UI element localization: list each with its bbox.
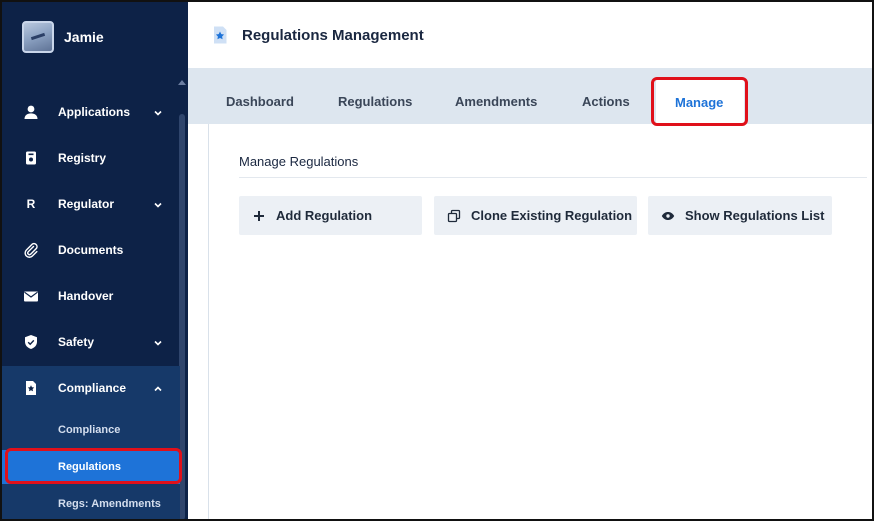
button-label: Show Regulations List bbox=[685, 208, 825, 223]
sidebar-subitem-label: Compliance bbox=[58, 424, 121, 436]
section-title: Manage Regulations bbox=[239, 154, 359, 169]
sidebar-item-label: Registry bbox=[58, 151, 107, 165]
id-card-icon bbox=[23, 150, 39, 166]
tab-dashboard[interactable]: Dashboard bbox=[226, 94, 294, 112]
chevron-down-icon bbox=[153, 199, 163, 209]
scroll-up-arrow[interactable] bbox=[178, 80, 186, 85]
sidebar-item-compliance[interactable]: Compliance bbox=[2, 368, 180, 408]
sidebar: Jamie Applications Registry R Regulator bbox=[2, 2, 188, 519]
sidebar-subitem-regulations[interactable]: Regulations bbox=[2, 450, 180, 484]
main-content bbox=[208, 124, 872, 519]
sidebar-item-label: Applications bbox=[58, 105, 131, 119]
paperclip-icon bbox=[23, 242, 39, 258]
sidebar-item-label: Documents bbox=[58, 243, 124, 257]
sidebar-subitem-label: Regulations bbox=[58, 461, 121, 473]
tab-regulations[interactable]: Regulations bbox=[338, 94, 412, 112]
star-document-icon bbox=[23, 380, 39, 396]
page-header: Regulations Management bbox=[188, 2, 872, 68]
user-profile[interactable]: Jamie bbox=[22, 20, 104, 54]
clone-existing-regulation-button[interactable]: Clone Existing Regulation bbox=[434, 196, 637, 235]
copy-icon bbox=[447, 209, 461, 223]
sidebar-item-regulator[interactable]: R Regulator bbox=[2, 184, 180, 224]
app-window: Jamie Applications Registry R Regulator bbox=[0, 0, 874, 521]
sidebar-subitem-regs-amendments[interactable]: Regs: Amendments bbox=[2, 487, 180, 519]
chevron-down-icon bbox=[153, 107, 163, 117]
user-name: Jamie bbox=[64, 29, 104, 45]
sidebar-item-applications[interactable]: Applications bbox=[2, 92, 180, 132]
shield-icon bbox=[23, 334, 39, 350]
add-regulation-button[interactable]: Add Regulation bbox=[239, 196, 422, 235]
show-regulations-list-button[interactable]: Show Regulations List bbox=[648, 196, 832, 235]
sidebar-item-label: Compliance bbox=[58, 381, 127, 395]
eye-icon bbox=[661, 209, 675, 223]
star-document-icon bbox=[210, 25, 230, 45]
sidebar-item-label: Safety bbox=[58, 335, 95, 349]
page-title: Regulations Management bbox=[242, 26, 424, 44]
avatar bbox=[22, 21, 54, 53]
button-label: Add Regulation bbox=[276, 208, 373, 223]
tab-actions[interactable]: Actions bbox=[582, 94, 630, 112]
sidebar-subitem-compliance[interactable]: Compliance bbox=[2, 413, 180, 447]
tab-amendments[interactable]: Amendments bbox=[455, 94, 537, 112]
sidebar-item-label: Handover bbox=[58, 289, 114, 303]
sidebar-item-label: Regulator bbox=[58, 197, 115, 211]
chevron-down-icon bbox=[153, 337, 163, 347]
person-icon bbox=[23, 104, 39, 120]
section-divider bbox=[239, 177, 867, 178]
chevron-up-icon bbox=[153, 383, 163, 393]
plus-icon bbox=[252, 209, 266, 223]
sidebar-item-safety[interactable]: Safety bbox=[2, 322, 180, 362]
sidebar-item-handover[interactable]: Handover bbox=[2, 276, 180, 316]
letter-r-icon: R bbox=[26, 197, 36, 211]
sidebar-subitem-label: Regs: Amendments bbox=[58, 498, 161, 510]
sidebar-item-documents[interactable]: Documents bbox=[2, 230, 180, 270]
button-label: Clone Existing Regulation bbox=[471, 208, 633, 223]
envelope-icon bbox=[23, 288, 39, 304]
tab-manage[interactable]: Manage bbox=[675, 95, 723, 113]
sidebar-item-registry[interactable]: Registry bbox=[2, 138, 180, 178]
